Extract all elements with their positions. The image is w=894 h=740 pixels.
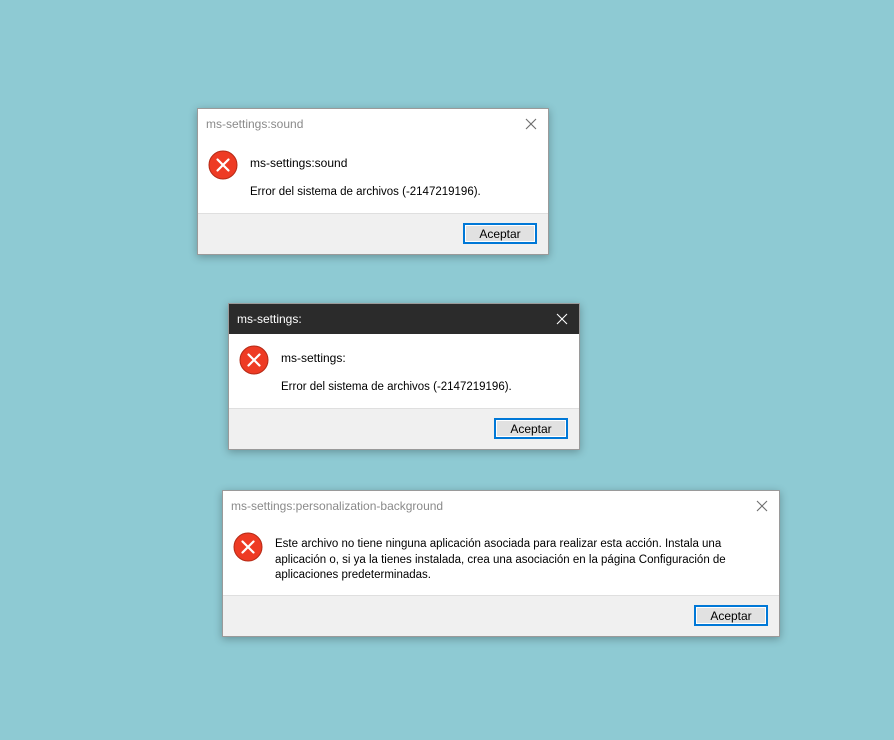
close-button[interactable] (549, 306, 575, 332)
dialog-content: ms-settings:sound Error del sistema de a… (198, 139, 548, 214)
message-text: Este archivo no tiene ninguna aplicación… (275, 538, 726, 581)
message-text: Error del sistema de archivos (-21472191… (250, 186, 481, 198)
error-icon (208, 150, 238, 180)
ok-button[interactable]: Aceptar (494, 418, 568, 439)
dialog-content: Este archivo no tiene ninguna aplicación… (223, 521, 779, 596)
dialog-settings: ms-settings: ms-settings: Error del sist… (228, 303, 580, 450)
title-bar[interactable]: ms-settings:personalization-background (223, 491, 779, 521)
dialog-footer: Aceptar (198, 213, 548, 254)
close-icon (525, 118, 537, 130)
close-button[interactable] (749, 493, 775, 519)
dialog-content: ms-settings: Error del sistema de archiv… (229, 334, 579, 409)
title-bar[interactable]: ms-settings:sound (198, 109, 548, 139)
ok-button[interactable]: Aceptar (694, 605, 768, 626)
message-text: Error del sistema de archivos (-21472191… (281, 381, 512, 393)
window-title: ms-settings: (237, 312, 302, 326)
dialog-footer: Aceptar (223, 595, 779, 636)
message-heading: ms-settings: (281, 351, 346, 365)
dialog-personalization-background: ms-settings:personalization-background E… (222, 490, 780, 637)
close-button[interactable] (518, 111, 544, 137)
window-title: ms-settings:personalization-background (231, 499, 444, 513)
message-heading: ms-settings:sound (250, 156, 348, 170)
dialog-footer: Aceptar (229, 408, 579, 449)
dialog-sound: ms-settings:sound ms-settings:sound Erro… (197, 108, 549, 255)
error-icon (239, 345, 269, 375)
window-title: ms-settings:sound (206, 117, 304, 131)
error-icon (233, 532, 263, 562)
close-icon (756, 500, 768, 512)
ok-button[interactable]: Aceptar (463, 223, 537, 244)
title-bar[interactable]: ms-settings: (229, 304, 579, 334)
close-icon (556, 313, 568, 325)
